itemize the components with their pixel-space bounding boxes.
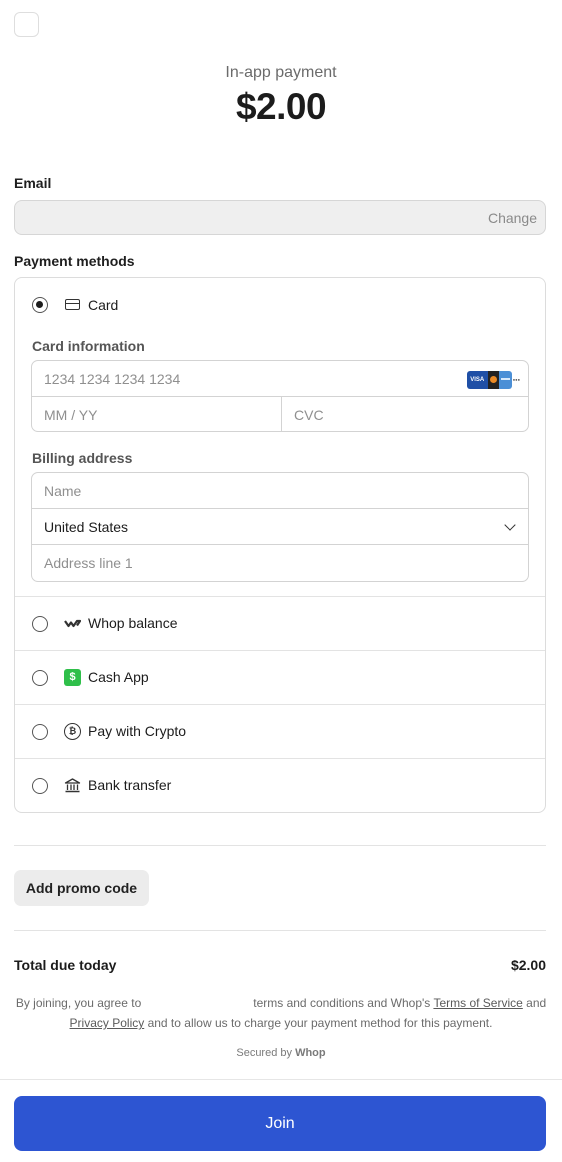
bank-icon — [64, 778, 81, 793]
cvc-field[interactable]: CVC — [281, 397, 528, 431]
payment-methods-label: Payment methods — [14, 253, 135, 269]
billing-address-group: Name United States Address line 1 — [31, 472, 529, 582]
terms-and: and — [526, 996, 547, 1010]
country-value: United States — [44, 519, 129, 535]
terms-prefix: By joining, you agree to — [15, 996, 142, 1010]
divider — [14, 845, 546, 846]
mastercard-icon — [487, 370, 499, 389]
card-radio[interactable] — [32, 297, 48, 313]
card-number-placeholder: 1234 1234 1234 1234 — [44, 371, 181, 387]
logo-placeholder — [14, 12, 39, 37]
name-field[interactable]: Name — [32, 473, 528, 509]
cvc-placeholder: CVC — [294, 407, 324, 423]
join-button[interactable]: Join — [14, 1096, 546, 1151]
card-information-group: 1234 1234 1234 1234 VISA ●●● MM / YY CVC — [31, 360, 529, 432]
more-brands-icon: ●●● — [512, 377, 520, 382]
expiry-field[interactable]: MM / YY — [32, 397, 281, 431]
email-field[interactable]: Change — [14, 200, 546, 235]
price-heading: $2.00 — [235, 86, 327, 127]
cash-app-icon: $ — [64, 669, 81, 686]
footer-divider — [0, 1079, 562, 1080]
address-line1-field[interactable]: Address line 1 — [32, 545, 528, 581]
bank-transfer-label: Bank transfer — [88, 777, 172, 793]
change-email-button[interactable]: Change — [488, 210, 537, 226]
secured-prefix: Secured by — [236, 1047, 293, 1059]
terms-suffix: and to allow us to charge your payment m… — [147, 1016, 493, 1030]
credit-card-icon — [65, 299, 80, 310]
total-due-value: $2.00 — [510, 957, 546, 973]
terms-of-service-link[interactable]: Terms of Service — [433, 996, 522, 1010]
bank-transfer-radio[interactable] — [32, 778, 48, 794]
payment-option-cash-app[interactable]: $ Cash App — [15, 650, 545, 704]
secured-by-note: Secured by Whop — [0, 1047, 562, 1059]
terms-text: By joining, you agree to terms and condit… — [14, 993, 548, 1033]
name-placeholder: Name — [44, 483, 82, 499]
expiry-placeholder: MM / YY — [44, 407, 98, 423]
amex-icon — [498, 370, 512, 389]
payment-option-whop-balance[interactable]: Whop balance — [15, 596, 545, 650]
card-number-field[interactable]: 1234 1234 1234 1234 VISA ●●● — [32, 361, 528, 397]
card-information-label: Card information — [32, 338, 145, 354]
bitcoin-icon: ₿ — [64, 723, 81, 740]
whop-logo-icon — [64, 619, 81, 628]
visa-icon: VISA — [466, 370, 488, 389]
whop-brand: Whop — [295, 1047, 326, 1059]
whop-balance-label: Whop balance — [88, 615, 178, 631]
payment-option-bank-transfer[interactable]: Bank transfer — [15, 758, 545, 812]
address-placeholder: Address line 1 — [44, 555, 133, 571]
payment-option-crypto[interactable]: ₿ Pay with Crypto — [15, 704, 545, 758]
crypto-radio[interactable] — [32, 724, 48, 740]
country-select[interactable]: United States — [32, 509, 528, 545]
cash-app-radio[interactable] — [32, 670, 48, 686]
card-brands: VISA ●●● — [466, 370, 520, 389]
billing-address-label: Billing address — [32, 450, 133, 466]
card-option-label: Card — [88, 297, 119, 313]
email-label: Email — [14, 175, 52, 191]
total-due-label: Total due today — [14, 957, 117, 973]
page-subtitle: In-app payment — [225, 64, 337, 81]
terms-middle: terms and conditions and Whop's — [253, 996, 431, 1010]
divider — [14, 930, 546, 931]
payment-methods-panel: Card Card information 1234 1234 1234 123… — [14, 277, 546, 813]
payment-option-card[interactable]: Card — [15, 278, 545, 333]
cash-app-label: Cash App — [88, 669, 149, 685]
whop-balance-radio[interactable] — [32, 616, 48, 632]
chevron-down-icon — [504, 519, 516, 531]
card-expiry-cvc-row: MM / YY CVC — [32, 397, 528, 431]
privacy-policy-link[interactable]: Privacy Policy — [70, 1016, 145, 1030]
add-promo-code-button[interactable]: Add promo code — [14, 870, 149, 906]
crypto-label: Pay with Crypto — [88, 723, 187, 739]
